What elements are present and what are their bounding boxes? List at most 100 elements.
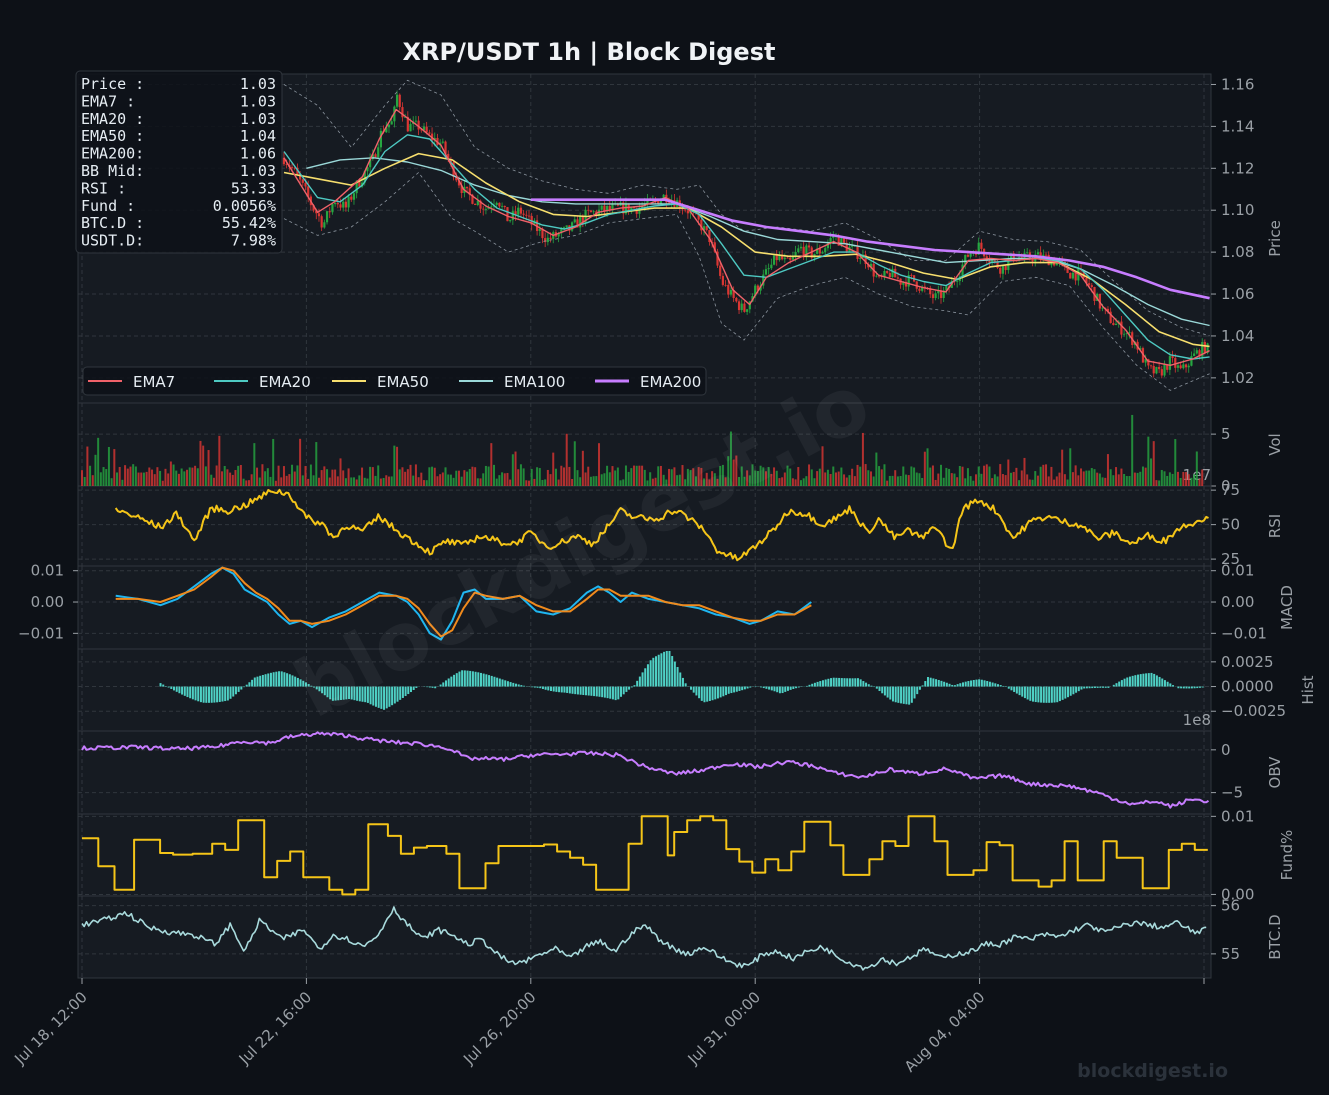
info-value: 1.04 <box>240 127 276 145</box>
volume-bar <box>888 475 891 486</box>
volume-bar <box>436 476 439 486</box>
candle-body <box>767 268 770 270</box>
volume-bar <box>97 437 100 486</box>
candle-body <box>743 303 746 312</box>
hist-bar <box>555 686 558 692</box>
hist-bar <box>905 686 908 705</box>
info-label: EMA7 : <box>81 92 135 110</box>
hist-bar <box>873 686 876 688</box>
volume-bar <box>565 433 568 486</box>
hist-bar <box>948 683 951 687</box>
candle-body <box>775 255 778 261</box>
volume-bar <box>1012 471 1015 486</box>
volume-bar <box>239 464 242 486</box>
hist-bar <box>490 675 493 687</box>
hist-bar <box>1085 686 1088 689</box>
hist-bar <box>493 676 496 687</box>
hist-bar <box>819 681 822 687</box>
volume-bar <box>377 465 380 486</box>
volume-bar <box>207 450 210 486</box>
hist-bar <box>953 685 956 687</box>
hist-bar <box>568 686 571 694</box>
hist-bar <box>695 686 698 696</box>
hist-bar <box>655 656 658 687</box>
macd-ytick-label: 0.00 <box>1221 593 1254 611</box>
volume-bar <box>883 464 886 486</box>
hist-bar <box>1182 686 1185 689</box>
volume-bar <box>1120 468 1123 486</box>
volume-bar <box>899 476 902 486</box>
hist-bar <box>940 680 943 687</box>
volume-bar <box>148 467 151 486</box>
volume-bar <box>1168 472 1171 486</box>
hist-bar <box>684 683 687 687</box>
hist-bar <box>773 686 776 692</box>
candle-body <box>347 196 350 208</box>
volume-bar <box>431 466 434 486</box>
volume-bar <box>1155 480 1158 486</box>
candle-body <box>859 257 862 259</box>
candle-body <box>611 204 614 210</box>
volume-bar <box>169 461 172 486</box>
volume-bar <box>1045 464 1048 486</box>
volume-bar <box>312 475 315 486</box>
candle-body <box>1195 350 1198 354</box>
hist-bar <box>514 683 517 687</box>
volume-bar <box>282 466 285 486</box>
candle-body <box>786 257 789 259</box>
candle-body <box>511 211 514 221</box>
candle-body <box>1160 369 1163 376</box>
volume-bar <box>468 469 471 486</box>
hist-bar <box>194 686 197 701</box>
hist-bar <box>824 679 827 687</box>
candle-body <box>374 154 377 158</box>
candle-body <box>587 209 590 211</box>
candle-body <box>301 179 304 183</box>
hist-bar <box>1193 686 1196 689</box>
volume-bar <box>1101 477 1104 486</box>
hist-bar <box>1145 673 1148 687</box>
candle-body <box>910 275 913 276</box>
candle-body <box>1168 356 1171 370</box>
volume-bar <box>1053 479 1056 486</box>
volume-bar <box>258 477 261 486</box>
volume-bar <box>1010 472 1013 486</box>
volume-bar <box>813 478 816 486</box>
volume-bar <box>568 466 571 486</box>
volume-bar <box>1112 475 1115 486</box>
hist-bar <box>175 686 178 692</box>
price-ylabel: Price <box>1266 220 1284 257</box>
macd-left-tick-label: 0.00 <box>31 593 64 611</box>
candle-body <box>727 284 730 295</box>
candle-body <box>980 242 983 249</box>
volume-bar <box>145 471 148 486</box>
hist-bar <box>854 678 857 687</box>
info-value: 1.03 <box>240 162 276 180</box>
info-value: 55.42% <box>222 214 276 232</box>
volume-bar <box>414 464 417 486</box>
volume-bar <box>1187 474 1190 486</box>
volume-bar <box>336 476 339 486</box>
volume-bar <box>576 470 579 486</box>
hist-bar <box>1037 686 1040 703</box>
hist-bar <box>676 667 679 687</box>
volume-bar <box>247 480 250 486</box>
volume-bar <box>598 443 601 486</box>
volume-bar <box>269 476 272 486</box>
hist-bar <box>232 686 235 697</box>
obv-ylabel: OBV <box>1266 756 1284 789</box>
volume-bar <box>277 465 280 486</box>
volume-bar <box>869 471 872 486</box>
volume-bar <box>156 467 159 486</box>
hist-bar <box>248 682 251 687</box>
candle-body <box>824 248 827 253</box>
hist-bar <box>768 686 771 690</box>
macd-ylabel: MACD <box>1278 585 1296 630</box>
volume-bar <box>1031 479 1034 486</box>
hist-bar <box>243 686 246 688</box>
hist-bar <box>205 686 208 703</box>
hist-bar <box>719 686 722 698</box>
volume-bar <box>99 472 102 486</box>
volume-bar <box>961 466 964 486</box>
candle-body <box>320 216 323 228</box>
